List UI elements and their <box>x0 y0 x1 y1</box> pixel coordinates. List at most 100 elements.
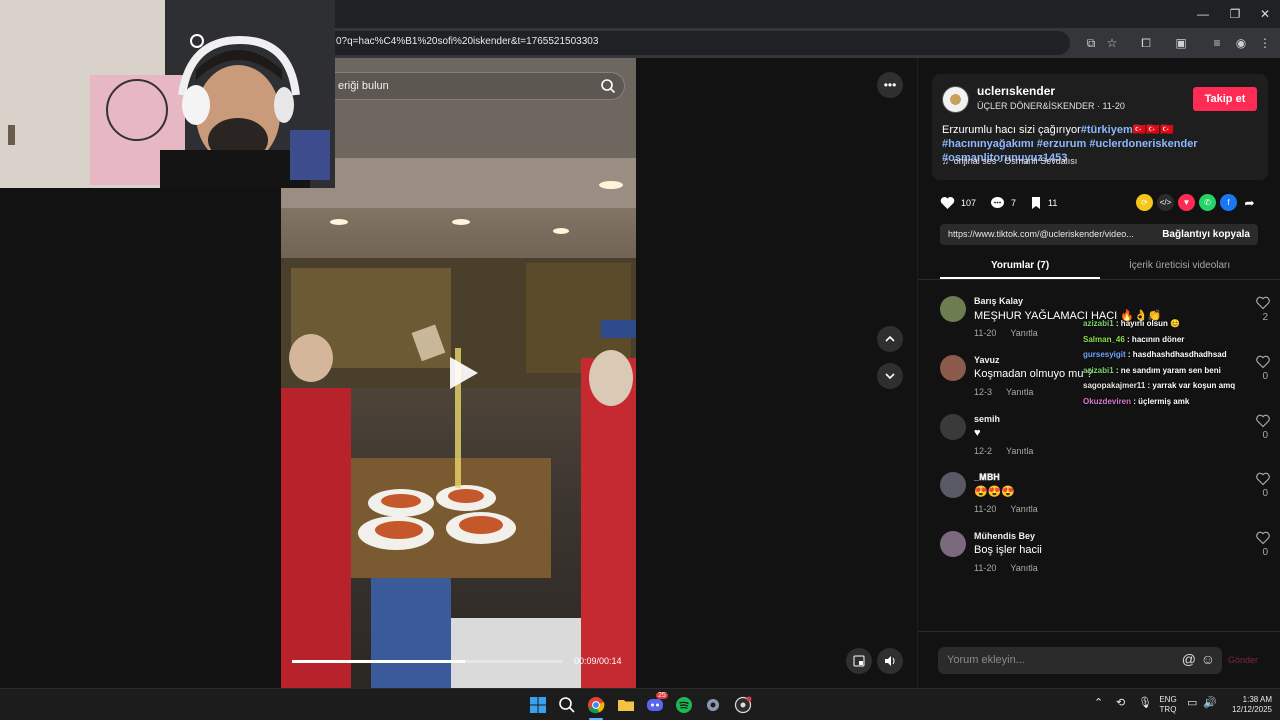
hashtag-link[interactable]: #türkiyem🇹🇷🇹🇷🇹🇷 <box>1081 124 1174 136</box>
send-to-friends-icon[interactable]: ▼ <box>1178 194 1195 211</box>
kebab-menu-icon[interactable]: ⋮ <box>1256 34 1274 52</box>
tab-creator-videos[interactable]: İçerik üreticisi videoları <box>1129 260 1230 271</box>
chrome-icon[interactable] <box>587 696 605 714</box>
language-top: ENG <box>1159 695 1177 704</box>
embed-code-icon[interactable]: </> <box>1157 194 1174 211</box>
heart-outline-icon[interactable] <box>1256 296 1270 310</box>
save-button[interactable]: 11 <box>1030 196 1057 210</box>
avatar[interactable] <box>940 472 966 498</box>
comment-like-count: 0 <box>1262 488 1268 499</box>
taskbar: 25 ⌃ ⟲ 🎙 ENG TRQ ▭ 🔊 1:38 AM 12/12/2025 <box>0 688 1280 720</box>
tray-overflow-chevron-icon[interactable]: ⌃ <box>1094 698 1103 709</box>
video-progress-bar[interactable] <box>292 660 562 663</box>
media-control-icon[interactable]: ▣ <box>1172 34 1190 52</box>
whatsapp-icon[interactable]: ✆ <box>1199 194 1216 211</box>
heart-outline-icon[interactable] <box>1256 414 1270 428</box>
video-link-url[interactable]: https://www.tiktok.com/@ucleriskender/vi… <box>948 229 1152 239</box>
minimize-button[interactable]: — <box>1186 4 1220 24</box>
restore-button[interactable]: ❐ <box>1218 4 1252 24</box>
copy-link-button[interactable]: Bağlantıyı kopyala <box>1162 229 1250 240</box>
chevron-up-icon <box>885 335 895 342</box>
more-options-button[interactable]: ••• <box>877 72 903 98</box>
heart-outline-icon[interactable] <box>1256 531 1270 545</box>
reply-button[interactable]: Yanıtla <box>1006 387 1033 397</box>
author-avatar[interactable] <box>942 86 969 113</box>
comment-like-count: 0 <box>1262 547 1268 558</box>
comment-input[interactable]: Yorum ekleyin... @ ☺ <box>938 647 1222 674</box>
share-arrow-icon[interactable]: ➦ <box>1241 194 1258 211</box>
avatar[interactable] <box>940 414 966 440</box>
clock[interactable]: 1:38 AM 12/12/2025 <box>1222 695 1272 715</box>
microphone-icon[interactable]: 🎙 <box>1138 698 1152 709</box>
music-row[interactable]: ♫ orijinal ses - Osmanlı Sevdalısı <box>942 156 1077 166</box>
comment-username[interactable]: _𝐌𝐁𝐇 <box>974 472 1000 483</box>
reply-button[interactable]: Yanıtla <box>1006 446 1033 456</box>
bookmark-star-icon[interactable]: ☆ <box>1103 34 1121 52</box>
facebook-icon[interactable]: f <box>1220 194 1237 211</box>
reply-button[interactable]: Yanıtla <box>1010 328 1037 338</box>
heart-outline-icon[interactable] <box>1256 472 1270 486</box>
file-explorer-icon[interactable] <box>617 696 635 714</box>
chat-username: azizabi1 <box>1083 319 1114 328</box>
obs-record-icon[interactable] <box>734 696 752 714</box>
comment-username[interactable]: Barış Kalay <box>974 296 1023 306</box>
comment-count: 7 <box>1011 198 1017 208</box>
emoji-icon[interactable]: ☺ <box>1201 651 1215 667</box>
avatar[interactable] <box>940 355 966 381</box>
comment-date: 12-3 <box>974 387 993 397</box>
pip-button[interactable] <box>846 648 872 674</box>
comment-item: Mühendis Bey Boş işler hacii 11-20 Yanıtl… <box>940 531 1270 583</box>
language-indicator[interactable]: ENG TRQ <box>1158 695 1178 715</box>
comment-username[interactable]: Yavuz <box>974 355 1000 365</box>
search-icon[interactable] <box>558 696 576 714</box>
panel-tabs: Yorumlar (7) İçerik üreticisi videoları <box>918 256 1280 280</box>
hashtag-link[interactable]: #erzurum <box>1037 138 1087 150</box>
comment-item: semih ♥ 12-2 Yanıtla 0 <box>940 414 1270 466</box>
mention-icon[interactable]: @ <box>1182 651 1196 667</box>
author-username[interactable]: uclerıskender <box>977 84 1055 98</box>
reply-button[interactable]: Yanıtla <box>1010 504 1037 514</box>
address-bar[interactable]: 0?q=hac%C4%B1%20sofi%20iskender&t=176552… <box>300 31 1070 55</box>
volume-icon[interactable]: 🔊 <box>1203 698 1217 709</box>
hashtag-link[interactable]: #hacınınyağakımı <box>942 138 1034 150</box>
discord-badge: 25 <box>656 692 668 699</box>
search-icon[interactable] <box>600 78 616 94</box>
comment-meta: 11-20 Yanıtla <box>974 504 1038 514</box>
stream-chat-overlay: azizabi1 : hayırlı olsun 😊 Salman_46 : h… <box>1083 316 1263 409</box>
chat-username: Salman_46 <box>1083 334 1125 344</box>
play-icon[interactable] <box>444 355 480 391</box>
avatar[interactable] <box>940 531 966 557</box>
follow-button[interactable]: Takip et <box>1193 87 1257 111</box>
repost-icon[interactable]: ⟳ <box>1136 194 1153 211</box>
next-video-button[interactable] <box>877 363 903 389</box>
extensions-icon[interactable]: ⧠ <box>1137 34 1155 52</box>
tab-comments[interactable]: Yorumlar (7) <box>991 260 1049 271</box>
spotify-icon[interactable] <box>675 696 693 714</box>
comment-meta: 11-20 Yanıtla <box>974 328 1038 338</box>
chat-message: sagopakajmer11 : yarrak var koşun amq <box>1083 378 1263 394</box>
comment-username[interactable]: Mühendis Bey <box>974 531 1035 541</box>
profile-avatar-icon[interactable]: ◉ <box>1232 34 1250 52</box>
tab-search-icon[interactable]: ≡ <box>1208 34 1226 52</box>
previous-video-button[interactable] <box>877 326 903 352</box>
hashtag-link[interactable]: #uclerdoneriskender <box>1089 138 1197 150</box>
close-window-button[interactable]: ✕ <box>1248 4 1280 24</box>
settings-gear-icon[interactable] <box>704 696 722 714</box>
send-button[interactable]: Gönder <box>1228 655 1258 665</box>
chat-text: : üçlermiş amk <box>1133 396 1190 406</box>
search-placeholder: eriği bulun <box>338 80 389 92</box>
volume-button[interactable] <box>877 648 903 674</box>
author-subtitle: ÜÇLER DÖNER&İSKENDER · 11-20 <box>977 101 1125 111</box>
sync-icon[interactable]: ⟲ <box>1116 698 1125 709</box>
display-icon[interactable]: ▭ <box>1187 698 1197 709</box>
comment-button[interactable]: 7 <box>990 196 1016 210</box>
comment-like-count: 0 <box>1262 371 1268 382</box>
video-link-box: https://www.tiktok.com/@ucleriskender/vi… <box>940 224 1258 245</box>
avatar[interactable] <box>940 296 966 322</box>
install-app-icon[interactable]: ⧉ <box>1082 34 1100 52</box>
comment-username[interactable]: semih <box>974 414 1000 424</box>
windows-start-icon[interactable] <box>529 696 547 714</box>
save-count: 11 <box>1048 198 1058 208</box>
reply-button[interactable]: Yanıtla <box>1010 563 1037 573</box>
like-button[interactable]: 107 <box>940 196 976 210</box>
